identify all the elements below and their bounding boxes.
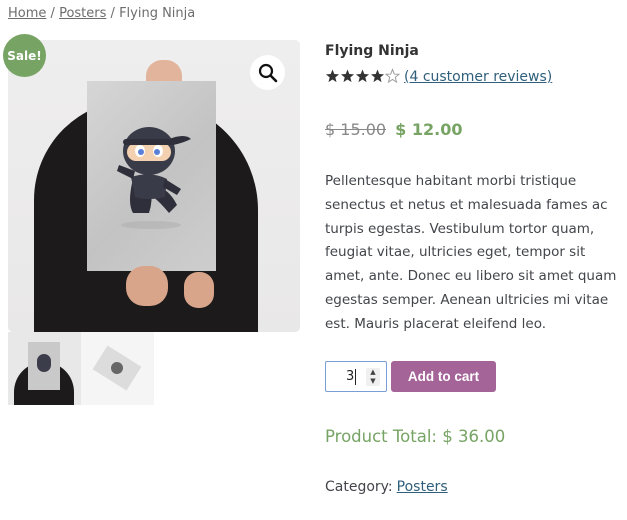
image-hand — [126, 266, 168, 306]
price: $ 15.00 $ 12.00 — [325, 120, 462, 139]
add-to-cart-button[interactable]: Add to cart — [391, 361, 496, 392]
chevron-up-icon[interactable]: ▲ — [370, 369, 375, 376]
ninja-illustration — [117, 127, 191, 229]
image-hand — [184, 272, 214, 308]
product-total: Product Total: $ 36.00 — [325, 427, 506, 446]
star-filled-icon — [370, 69, 385, 83]
breadcrumb-home-link[interactable]: Home — [8, 6, 46, 21]
gallery-thumbnail[interactable] — [8, 332, 81, 405]
product-category: Category: Posters — [325, 479, 448, 495]
product-description: Pellentesque habitant morbi tristique se… — [325, 173, 617, 332]
breadcrumb-current: Flying Ninja — [119, 6, 196, 21]
category-link[interactable]: Posters — [397, 479, 448, 495]
star-filled-icon — [325, 69, 340, 83]
breadcrumb: Home / Posters / Flying Ninja — [8, 6, 195, 21]
star-filled-icon — [355, 69, 370, 83]
breadcrumb-separator: / — [110, 6, 115, 21]
sale-badge: Sale! — [3, 34, 46, 77]
quantity-input[interactable]: 3 ▲ ▼ — [325, 361, 387, 392]
reviews-link[interactable]: (4 customer reviews) — [404, 69, 552, 85]
star-empty-icon — [385, 68, 400, 84]
star-filled-icon — [340, 69, 355, 83]
product-title: Flying Ninja — [325, 43, 419, 59]
regular-price: $ 15.00 — [325, 120, 387, 139]
quantity-value: 3 — [346, 369, 355, 384]
quantity-stepper[interactable]: ▲ ▼ — [366, 368, 380, 386]
sale-price: $ 12.00 — [395, 120, 463, 139]
star-rating — [325, 68, 400, 84]
category-label: Category: — [325, 479, 393, 495]
breadcrumb-posters-link[interactable]: Posters — [59, 6, 106, 21]
image-poster — [87, 81, 216, 271]
search-icon — [258, 63, 277, 82]
text-caret — [355, 369, 356, 385]
thumbnail-ninja — [37, 354, 51, 372]
breadcrumb-separator: / — [50, 6, 55, 21]
chevron-down-icon[interactable]: ▼ — [370, 378, 375, 385]
zoom-button[interactable] — [250, 55, 285, 90]
gallery-thumbnail[interactable] — [81, 332, 154, 405]
